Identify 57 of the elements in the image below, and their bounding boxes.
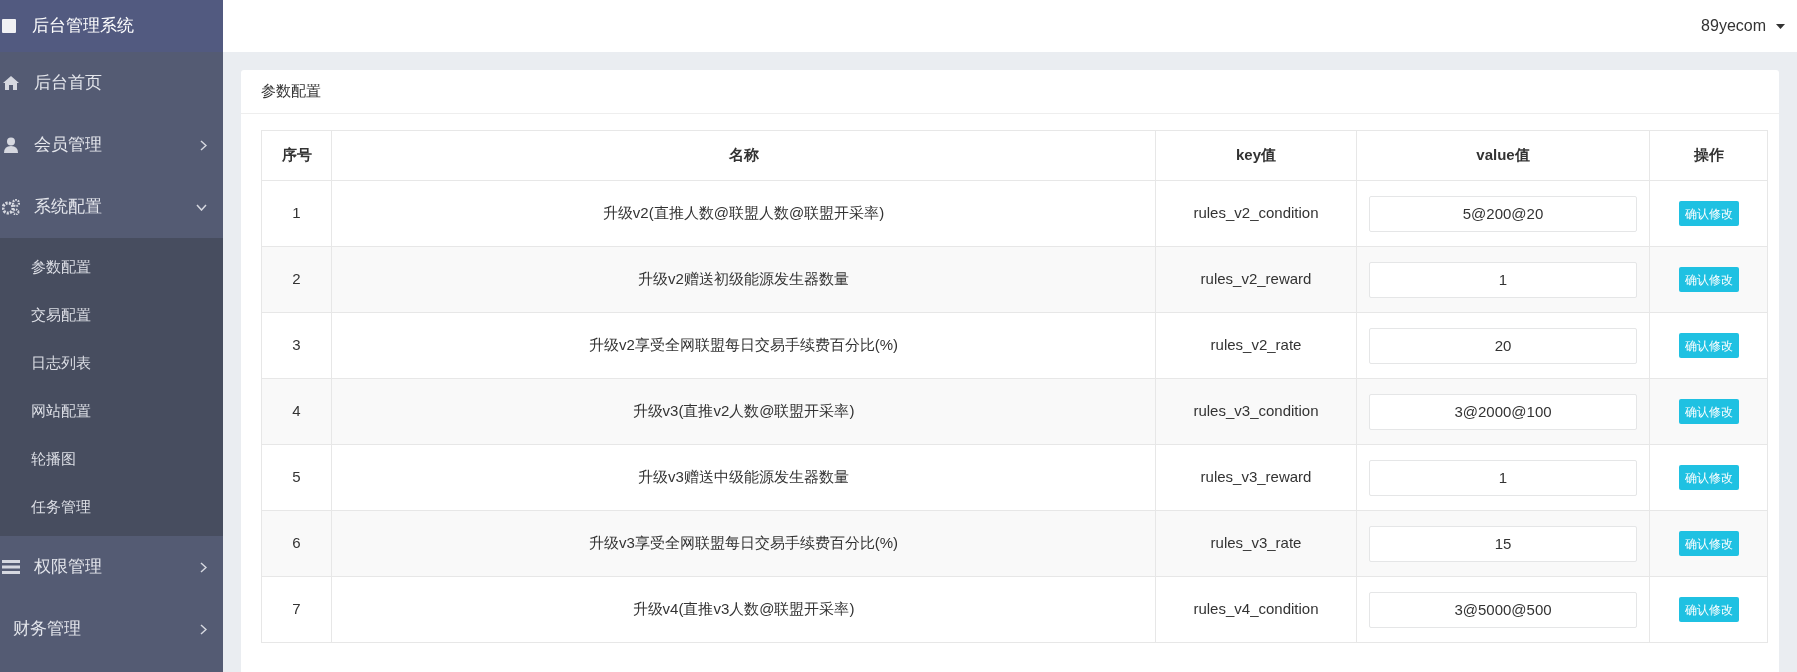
table-cell: 7 <box>261 576 332 643</box>
sidebar-item[interactable]: 后台首页 <box>0 52 223 114</box>
table-cell: 1 <box>261 180 332 247</box>
value-input[interactable]: 5@200@20 <box>1369 195 1637 232</box>
list-icon <box>2 560 20 574</box>
submenu-item[interactable]: 轮播图 <box>0 435 223 483</box>
gears-icon <box>2 199 20 215</box>
user-menu[interactable]: 89yecom <box>1701 14 1785 38</box>
chevron-down-icon <box>196 203 207 211</box>
column-header: 名称 <box>331 130 1156 181</box>
table-cell: 升级v2赠送初级能源发生器数量 <box>331 246 1156 313</box>
value-input[interactable]: 20 <box>1369 327 1637 364</box>
chevron-right-icon <box>200 139 207 151</box>
table-cell: 4 <box>261 378 332 445</box>
table-cell: 升级v2(直推人数@联盟人数@联盟开采率) <box>331 180 1156 247</box>
chevron-right-icon <box>200 561 207 573</box>
column-header: key值 <box>1155 130 1357 181</box>
chevron-right-icon <box>200 623 207 635</box>
sidebar-item[interactable]: 会员管理 <box>0 114 223 176</box>
home-icon <box>3 76 19 90</box>
value-input[interactable]: 15 <box>1369 525 1637 562</box>
table-cell: rules_v3_reward <box>1155 444 1357 511</box>
table-cell: 升级v2享受全网联盟每日交易手续费百分比(%) <box>331 312 1156 379</box>
table-cell: 升级v3赠送中级能源发生器数量 <box>331 444 1156 511</box>
submenu-item[interactable]: 参数配置 <box>0 243 223 291</box>
value-input[interactable]: 3@2000@100 <box>1369 393 1637 430</box>
submenu-item[interactable]: 任务管理 <box>0 483 223 531</box>
submenu-item[interactable]: 日志列表 <box>0 339 223 387</box>
table-cell: 2 <box>261 246 332 313</box>
table-cell: 升级v4(直推v3人数@联盟开采率) <box>331 576 1156 643</box>
square-icon <box>2 19 16 33</box>
column-header: 操作 <box>1649 130 1768 181</box>
submenu-item[interactable]: 交易配置 <box>0 291 223 339</box>
app-title: 后台管理系统 <box>32 15 134 38</box>
sidebar-item[interactable]: 财务管理 <box>0 598 223 660</box>
table-cell: rules_v2_reward <box>1155 246 1357 313</box>
table-cell: rules_v3_condition <box>1155 378 1357 445</box>
table-cell: rules_v2_condition <box>1155 180 1357 247</box>
table-cell: rules_v2_rate <box>1155 312 1357 379</box>
table-cell: 升级v3(直推v2人数@联盟开采率) <box>331 378 1156 445</box>
caret-icon <box>1776 23 1785 29</box>
table-cell: rules_v4_condition <box>1155 576 1357 643</box>
table-cell: 6 <box>261 510 332 577</box>
value-input[interactable]: 1 <box>1369 459 1637 496</box>
table-cell: 5 <box>261 444 332 511</box>
sidebar-item[interactable]: 系统配置 <box>0 176 223 238</box>
table-cell: 升级v3享受全网联盟每日交易手续费百分比(%) <box>331 510 1156 577</box>
table-cell: 3 <box>261 312 332 379</box>
column-header: 序号 <box>261 130 332 181</box>
table-cell: rules_v3_rate <box>1155 510 1357 577</box>
submenu-item[interactable]: 网站配置 <box>0 387 223 435</box>
user-icon <box>4 137 18 153</box>
value-input[interactable]: 1 <box>1369 261 1637 298</box>
panel-title: 参数配置 <box>261 81 321 102</box>
column-header: value值 <box>1356 130 1650 181</box>
sidebar-item[interactable]: 权限管理 <box>0 536 223 598</box>
value-input[interactable]: 3@5000@500 <box>1369 591 1637 628</box>
